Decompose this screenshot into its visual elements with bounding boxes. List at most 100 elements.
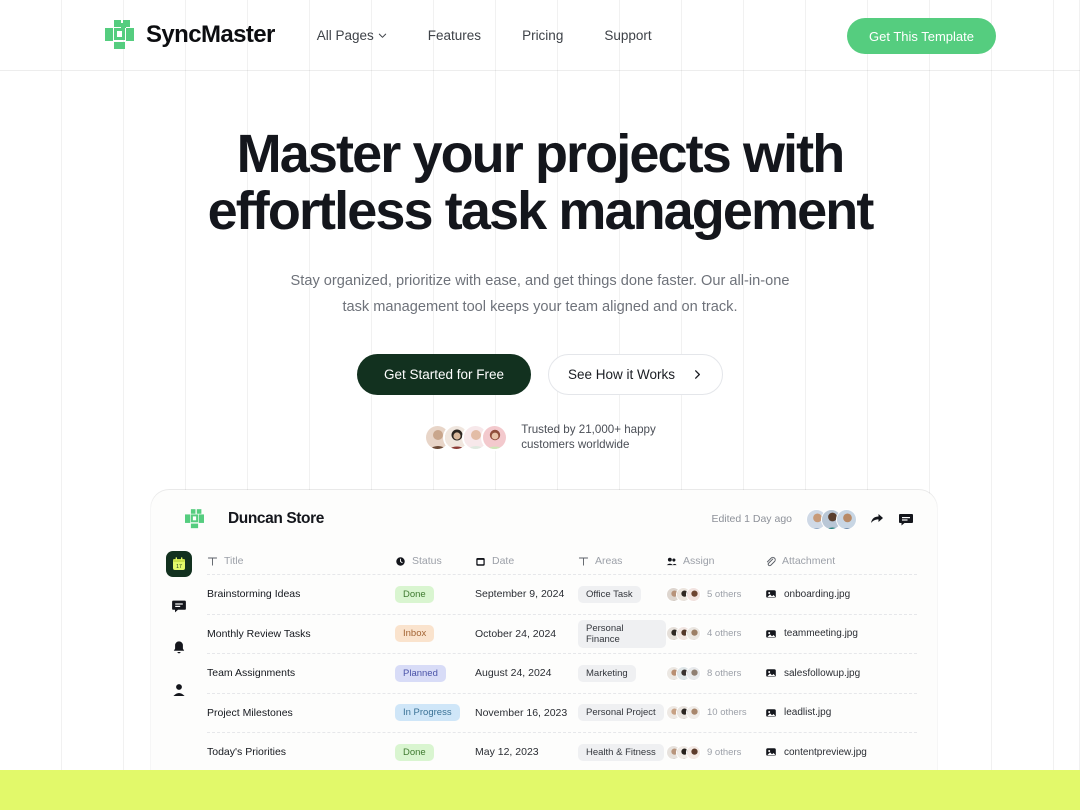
hero-heading-line-2: effortless task management bbox=[207, 181, 875, 241]
column-header-assign[interactable]: Assign bbox=[666, 555, 765, 567]
column-header-date[interactable]: Date bbox=[475, 555, 578, 567]
avatar bbox=[686, 705, 701, 721]
footer-accent-band bbox=[0, 770, 1080, 810]
app-header-actions: Edited 1 Day ago bbox=[711, 508, 915, 530]
assign-others-count: 9 others bbox=[707, 746, 742, 758]
table-row[interactable]: Monthly Review Tasks Inbox October 24, 2… bbox=[207, 613, 917, 654]
cell-date: October 24, 2024 bbox=[475, 627, 557, 640]
edited-timestamp: Edited 1 Day ago bbox=[711, 513, 792, 525]
text-icon bbox=[578, 557, 589, 566]
see-how-it-works-button[interactable]: See How it Works bbox=[548, 354, 724, 395]
sidebar-item-profile[interactable] bbox=[166, 677, 192, 703]
trusted-line-1: Trusted by 21,000+ happy bbox=[521, 423, 656, 436]
column-label: Attachment bbox=[782, 555, 836, 567]
nav-item-features[interactable]: Features bbox=[428, 28, 481, 43]
status-badge: Done bbox=[395, 743, 434, 761]
table-row[interactable]: Project Milestones In Progress November … bbox=[207, 692, 917, 733]
column-header-areas[interactable]: Areas bbox=[578, 555, 666, 567]
hero-section: Master your projects with effortless tas… bbox=[0, 71, 1080, 452]
cell-assign: 9 others bbox=[666, 744, 765, 760]
column-label: Areas bbox=[595, 555, 623, 567]
cell-date: August 24, 2024 bbox=[475, 667, 552, 680]
chevron-down-icon bbox=[378, 33, 386, 38]
app-preview-card: Duncan Store Edited 1 Day ago 17 Title S… bbox=[151, 490, 937, 790]
area-tag: Personal Project bbox=[578, 704, 664, 722]
app-body: 17 Title Status Date Areas Assign Attach… bbox=[151, 548, 937, 772]
nav-item-pricing[interactable]: Pricing bbox=[522, 28, 563, 43]
svg-text:17: 17 bbox=[176, 564, 182, 570]
hero-subheading: Stay organized, prioritize with ease, an… bbox=[290, 273, 790, 315]
avatar bbox=[686, 586, 701, 602]
cell-title: Today's Priorities bbox=[207, 746, 287, 759]
attachment-name: salesfollowup.jpg bbox=[784, 667, 861, 679]
cell-area: Personal Finance bbox=[578, 619, 666, 648]
hero-heading-line-1: Master your projects with bbox=[236, 124, 846, 184]
column-header-title[interactable]: Title bbox=[207, 555, 395, 567]
cell-date: November 16, 2023 bbox=[475, 706, 568, 719]
column-label: Title bbox=[224, 555, 244, 567]
avatar bbox=[686, 665, 701, 681]
bell-icon bbox=[173, 641, 185, 654]
column-header-attachment[interactable]: Attachment bbox=[765, 555, 917, 567]
calendar-icon: 17 bbox=[173, 557, 185, 570]
collaborator-avatars bbox=[806, 508, 857, 530]
table-row[interactable]: Team Assignments Planned August 24, 2024… bbox=[207, 653, 917, 693]
area-tag: Marketing bbox=[578, 664, 636, 682]
paperclip-icon bbox=[766, 556, 776, 566]
cell-attachment: contentpreview.jpg bbox=[765, 746, 917, 758]
avatar bbox=[481, 423, 509, 451]
image-file-icon bbox=[766, 629, 776, 638]
landing-page: SyncMaster All Pages Features Pricing Su… bbox=[0, 0, 1080, 810]
cell-title: Team Assignments bbox=[207, 667, 296, 680]
share-button[interactable] bbox=[867, 511, 886, 528]
trusted-avatars bbox=[424, 423, 509, 451]
cell-assign: 4 others bbox=[666, 626, 765, 642]
navbar: SyncMaster All Pages Features Pricing Su… bbox=[0, 0, 1080, 71]
assignee-avatars bbox=[666, 586, 701, 602]
comment-button[interactable] bbox=[896, 511, 915, 528]
brand[interactable]: SyncMaster bbox=[105, 20, 275, 50]
cell-attachment: teammeeting.jpg bbox=[765, 628, 917, 640]
column-header-status[interactable]: Status bbox=[395, 555, 475, 567]
cell-assign: 10 others bbox=[666, 705, 765, 721]
cell-title: Project Milestones bbox=[207, 706, 293, 719]
syncmaster-logo-icon bbox=[185, 509, 204, 529]
assign-others-count: 4 others bbox=[707, 628, 742, 640]
assign-others-count: 8 others bbox=[707, 667, 742, 679]
sidebar-item-notifications[interactable] bbox=[166, 635, 192, 661]
table-row[interactable]: Brainstorming Ideas Done September 9, 20… bbox=[207, 574, 917, 614]
cell-status: Inbox bbox=[395, 625, 475, 643]
app-sidebar: 17 bbox=[151, 548, 207, 772]
nav-item-all-pages[interactable]: All Pages bbox=[317, 28, 387, 43]
assign-others-count: 5 others bbox=[707, 588, 742, 600]
nav-item-label: All Pages bbox=[316, 27, 374, 43]
app-header: Duncan Store Edited 1 Day ago bbox=[151, 490, 937, 548]
share-arrow-icon bbox=[870, 514, 883, 523]
table-row[interactable]: Today's Priorities Done May 12, 2023 Hea… bbox=[207, 732, 917, 772]
get-started-button[interactable]: Get Started for Free bbox=[356, 354, 532, 395]
cell-status: Planned bbox=[395, 664, 475, 682]
person-icon bbox=[173, 684, 185, 696]
nav-item-support[interactable]: Support bbox=[604, 28, 651, 43]
status-badge: Planned bbox=[395, 664, 446, 682]
people-icon bbox=[666, 557, 677, 565]
sidebar-item-messages[interactable] bbox=[166, 593, 192, 619]
cell-status: Done bbox=[395, 743, 475, 761]
cell-assign: 5 others bbox=[666, 586, 765, 602]
get-this-template-button[interactable]: Get This Template bbox=[846, 18, 996, 54]
cell-area: Personal Project bbox=[578, 704, 666, 722]
cell-title: Brainstorming Ideas bbox=[207, 588, 301, 601]
assignee-avatars bbox=[666, 665, 701, 681]
status-badge: In Progress bbox=[395, 704, 460, 722]
cell-attachment: salesfollowup.jpg bbox=[765, 667, 917, 679]
attachment-name: teammeeting.jpg bbox=[784, 628, 858, 640]
cell-area: Health & Fitness bbox=[578, 743, 666, 761]
area-tag: Office Task bbox=[578, 585, 641, 603]
cell-title: Monthly Review Tasks bbox=[207, 627, 311, 640]
hero-buttons: Get Started for Free See How it Works bbox=[0, 354, 1080, 395]
assignee-avatars bbox=[666, 705, 701, 721]
table-header-row: Title Status Date Areas Assign Attachmen… bbox=[207, 548, 917, 574]
sidebar-item-calendar[interactable]: 17 bbox=[166, 551, 192, 577]
image-file-icon bbox=[766, 590, 776, 599]
cell-status: Done bbox=[395, 585, 475, 603]
